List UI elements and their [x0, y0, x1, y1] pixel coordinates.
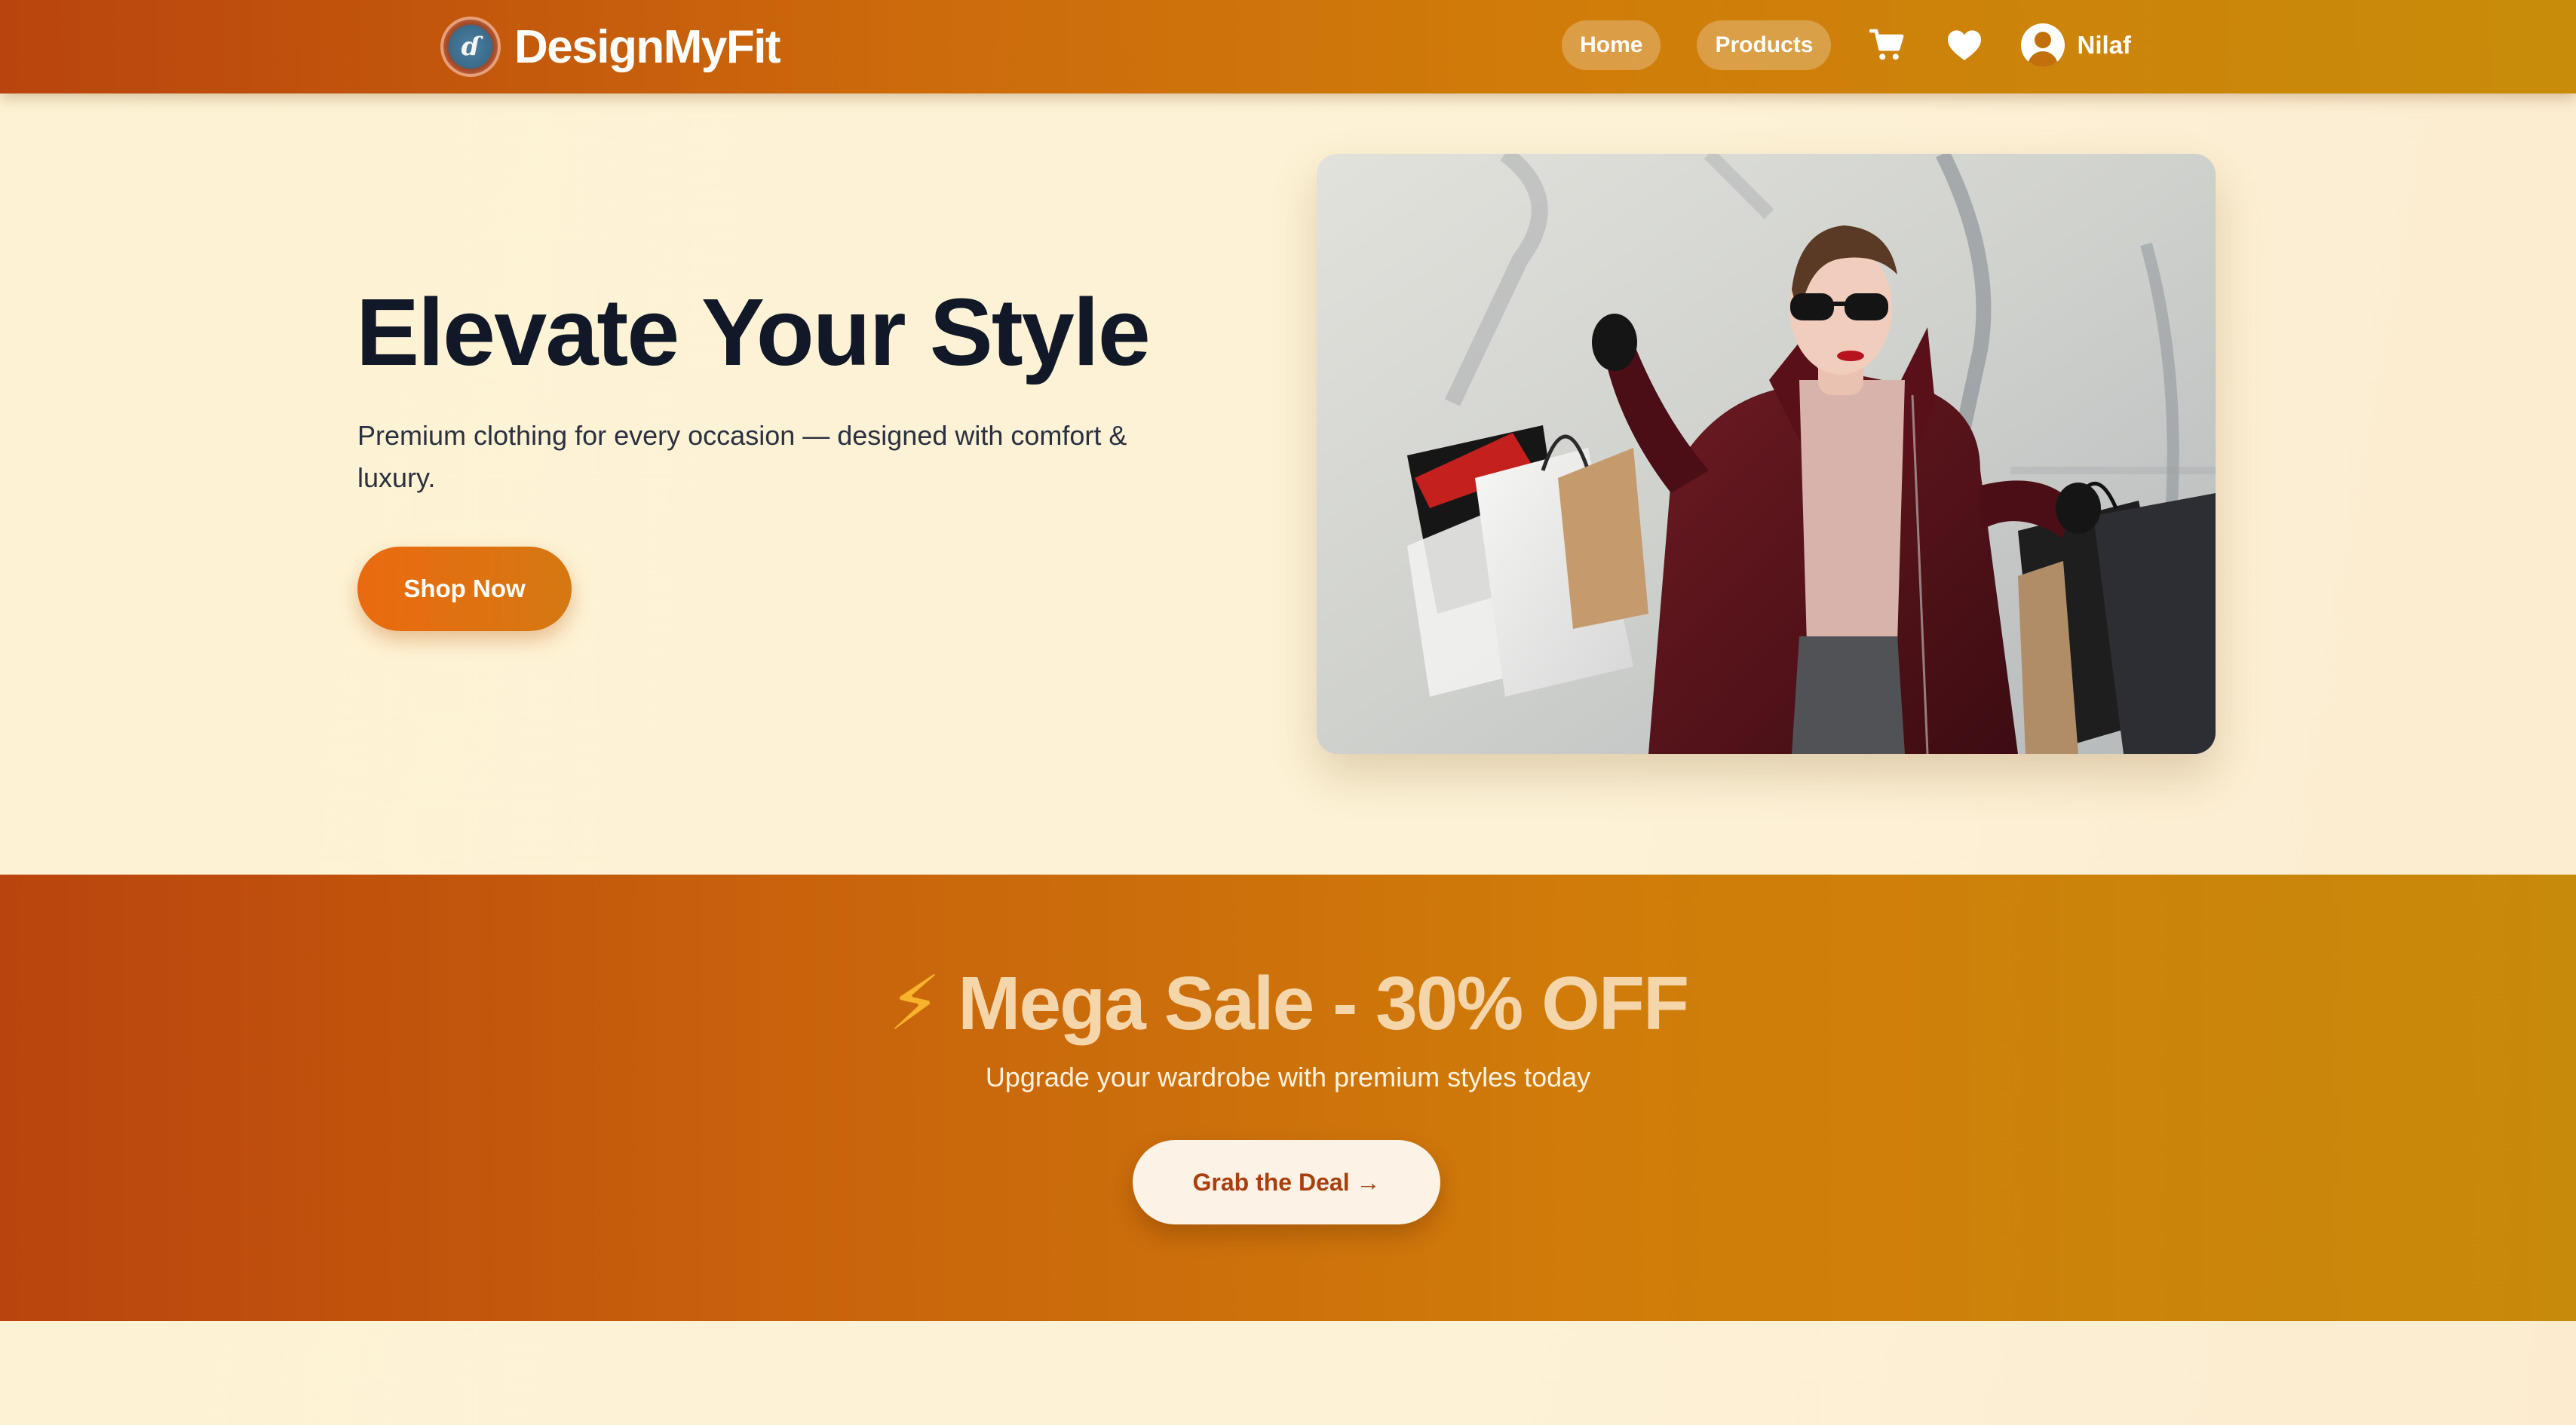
brand-logo-icon: ɗ: [440, 17, 501, 77]
nav-products-link[interactable]: Products: [1697, 20, 1832, 70]
nav-menu: Home Products Nilaf: [1562, 20, 2131, 71]
heart-icon[interactable]: [1944, 25, 1985, 66]
grab-deal-button[interactable]: Grab the Deal →: [1133, 1140, 1440, 1224]
user-menu[interactable]: Nilaf: [2021, 23, 2131, 67]
shop-now-button[interactable]: Shop Now: [357, 547, 572, 631]
sale-title: ⚡ Mega Sale - 30% OFF: [0, 959, 2576, 1047]
top-navbar: ɗ DesignMyFit Home Products Nilaf: [0, 0, 2576, 93]
sale-title-text: Mega Sale - 30% OFF: [958, 961, 1689, 1046]
sale-banner: ⚡ Mega Sale - 30% OFF Upgrade your wardro…: [0, 875, 2576, 1321]
user-avatar-icon: [2021, 23, 2065, 67]
hero-title: Elevate Your Style: [356, 279, 1151, 385]
brand-home-link[interactable]: ɗ DesignMyFit: [440, 15, 781, 78]
cart-icon[interactable]: [1867, 25, 1908, 66]
hero-subtitle: Premium clothing for every occasion — de…: [357, 420, 1127, 493]
lightning-icon: ⚡: [888, 961, 941, 1046]
hero-image: [1317, 154, 2216, 754]
sale-subtitle: Upgrade your wardrobe with premium style…: [985, 1062, 1591, 1092]
brand-name: DesignMyFit: [514, 20, 781, 73]
user-name: Nilaf: [2077, 31, 2131, 59]
nav-home-link[interactable]: Home: [1562, 20, 1661, 70]
